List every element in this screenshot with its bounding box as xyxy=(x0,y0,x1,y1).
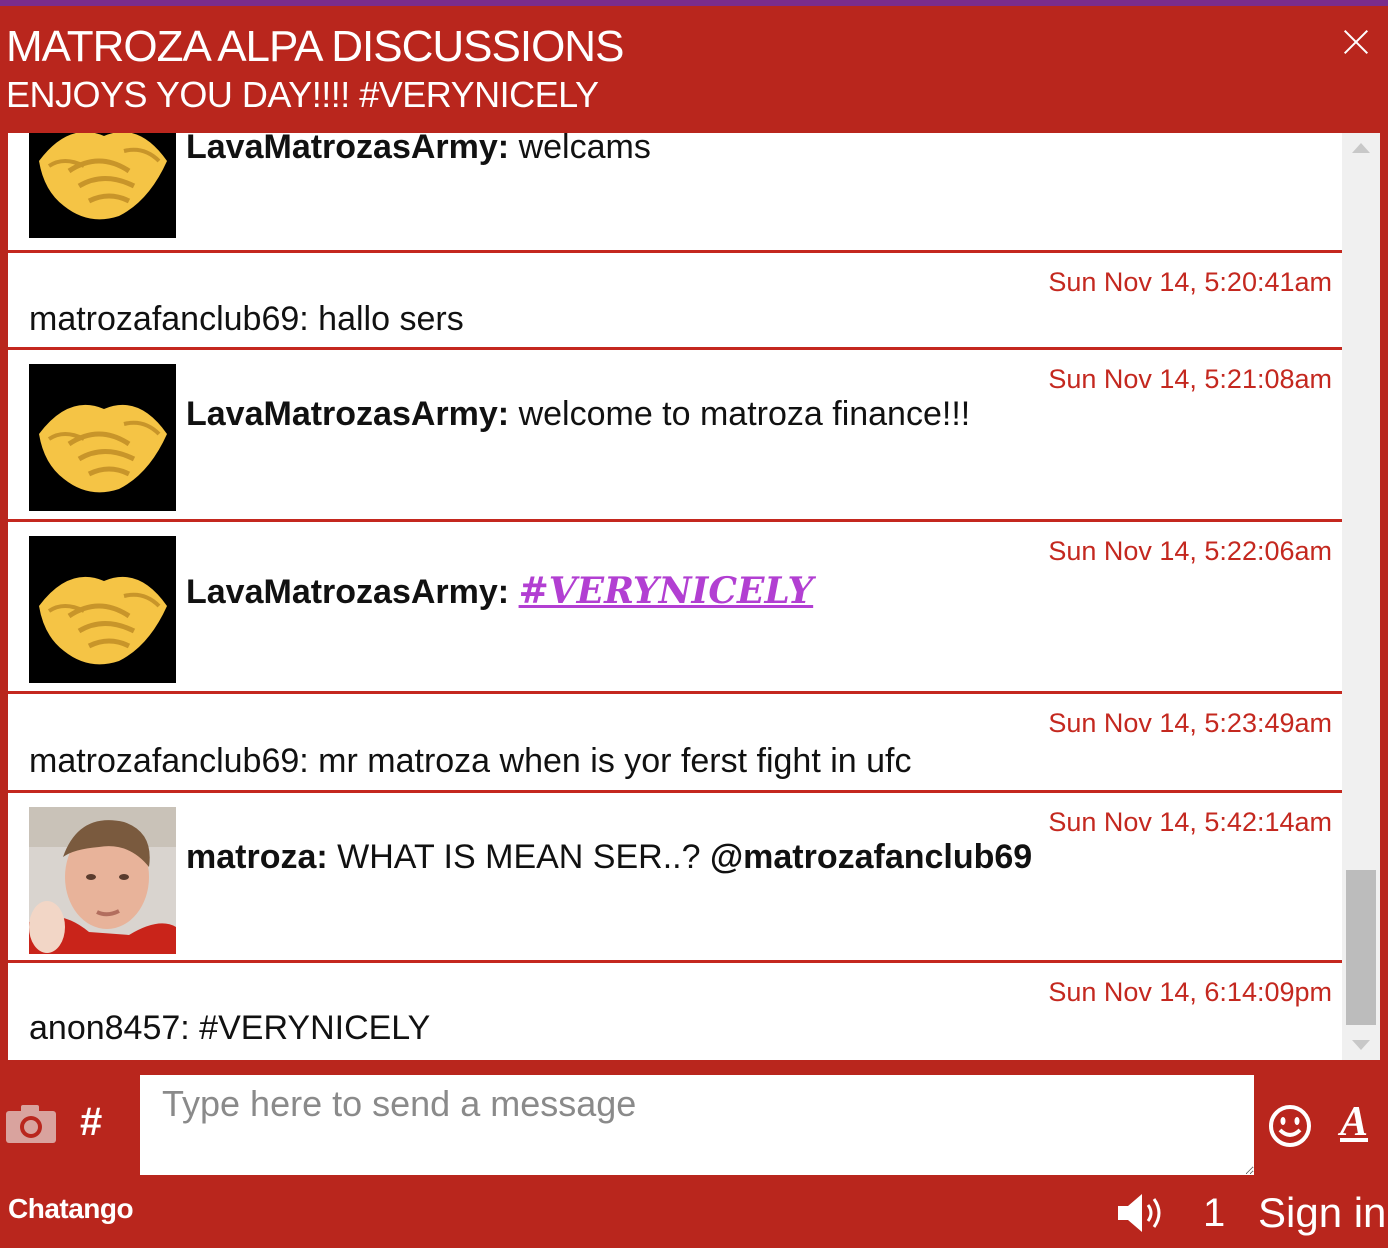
message-item: Sun Nov 14, 6:14:09pm anon8457: #VERYNIC… xyxy=(8,963,1342,1060)
message-timestamp: Sun Nov 14, 6:14:09pm xyxy=(1048,977,1332,1007)
message-list[interactable]: LavaMatrozasArmy: welcams Sun Nov 14, 5:… xyxy=(8,133,1342,1060)
font-style-button[interactable]: A xyxy=(1340,1098,1368,1146)
composer-bar: # A xyxy=(0,1060,1388,1185)
message-input[interactable] xyxy=(140,1075,1254,1175)
mention-link[interactable]: @matrozafanclub69 xyxy=(710,838,1032,876)
message-username[interactable]: matroza: xyxy=(186,838,328,876)
message-body: #VERYNICELY xyxy=(189,1009,431,1047)
hashtag-link[interactable]: #VERYNICELY xyxy=(519,570,814,612)
smiley-icon[interactable] xyxy=(1268,1104,1312,1148)
message-body: welcams xyxy=(509,133,651,166)
message-timestamp: Sun Nov 14, 5:23:49am xyxy=(1048,708,1332,738)
message-timestamp: Sun Nov 14, 5:21:08am xyxy=(1048,364,1332,394)
message-username[interactable]: LavaMatrozasArmy: xyxy=(186,133,509,166)
message-timestamp: Sun Nov 14, 5:42:14am xyxy=(1048,807,1332,837)
scrollbar[interactable] xyxy=(1342,133,1380,1060)
scroll-up-icon[interactable] xyxy=(1352,143,1370,153)
message-username[interactable]: matrozafanclub69: xyxy=(29,742,309,780)
chat-header: MATROZA ALPA DISCUSSIONS ENJOYS YOU DAY!… xyxy=(0,6,1388,133)
message-timestamp: Sun Nov 14, 5:22:06am xyxy=(1048,536,1332,566)
message-body: welcome to matroza finance!!! xyxy=(509,395,971,433)
message-text: matroza: WHAT IS MEAN SER..? @matrozafan… xyxy=(186,838,1032,877)
message-item: LavaMatrozasArmy: welcams xyxy=(8,133,1342,253)
message-body: hallo sers xyxy=(308,300,464,338)
message-item: Sun Nov 14, 5:23:49am matrozafanclub69: … xyxy=(8,694,1342,793)
handshake-avatar[interactable] xyxy=(29,133,176,238)
speaker-icon[interactable] xyxy=(1114,1191,1170,1235)
camera-icon[interactable] xyxy=(6,1103,56,1143)
message-body: WHAT IS MEAN SER..? xyxy=(327,838,710,876)
chat-title: MATROZA ALPA DISCUSSIONS xyxy=(6,22,624,71)
message-username[interactable]: anon8457: xyxy=(29,1009,190,1047)
message-username[interactable]: LavaMatrozasArmy: xyxy=(186,395,509,433)
message-item: Sun Nov 14, 5:22:06am LavaMatrozasArmy: … xyxy=(8,522,1342,694)
hashtag-button[interactable]: # xyxy=(80,1100,102,1145)
message-text: matrozafanclub69: hallo sers xyxy=(29,300,464,339)
message-username[interactable]: LavaMatrozasArmy: xyxy=(186,573,509,611)
message-text: anon8457: #VERYNICELY xyxy=(29,1009,430,1048)
message-text: LavaMatrozasArmy: welcome to matroza fin… xyxy=(186,395,970,434)
handshake-avatar[interactable] xyxy=(29,536,176,683)
message-body: mr matroza when is yor ferst fight in uf… xyxy=(308,742,912,780)
chat-subtitle: ENJOYS YOU DAY!!!! #VERYNICELY xyxy=(6,74,599,115)
user-photo-avatar[interactable] xyxy=(29,807,176,954)
sign-in-link[interactable]: Sign in xyxy=(1258,1189,1386,1237)
message-item: Sun Nov 14, 5:42:14am matroza: WHAT IS M… xyxy=(8,793,1342,963)
message-timestamp: Sun Nov 14, 5:20:41am xyxy=(1048,267,1332,297)
message-text: LavaMatrozasArmy: welcams xyxy=(186,133,651,167)
user-count: 1 xyxy=(1203,1191,1226,1235)
message-text: LavaMatrozasArmy: #VERYNICELY xyxy=(186,570,813,612)
message-text: matrozafanclub69: mr matroza when is yor… xyxy=(29,742,912,781)
message-username[interactable]: matrozafanclub69: xyxy=(29,300,309,338)
message-item: Sun Nov 14, 5:21:08am LavaMatrozasArmy: … xyxy=(8,350,1342,522)
scroll-down-icon[interactable] xyxy=(1352,1040,1370,1050)
handshake-avatar[interactable] xyxy=(29,364,176,511)
scrollbar-thumb[interactable] xyxy=(1346,870,1376,1025)
chatango-link[interactable]: Chatango xyxy=(8,1193,134,1225)
message-item: Sun Nov 14, 5:20:41am matrozafanclub69: … xyxy=(8,253,1342,350)
footer-bar: Chatango 1 Sign in xyxy=(0,1185,1388,1248)
close-icon[interactable] xyxy=(1336,22,1376,62)
